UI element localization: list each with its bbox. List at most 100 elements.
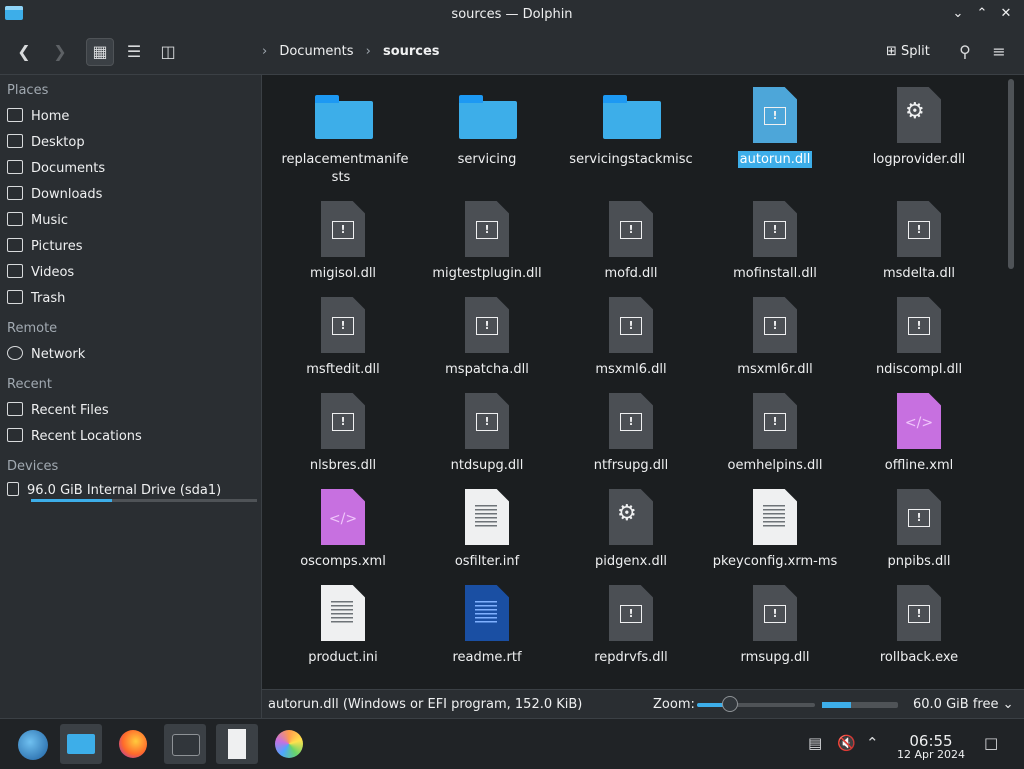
file-name-text: ndiscompl.dll	[875, 362, 963, 377]
file-item[interactable]: ! mspatcha.dll	[415, 297, 559, 379]
breadcrumb-documents[interactable]: Documents	[279, 44, 353, 59]
compact-view-icon[interactable]: ☰	[120, 38, 148, 66]
folder-item[interactable]: servicing	[415, 87, 559, 169]
folder-item[interactable]: replacementmanife sts	[271, 87, 415, 187]
pictures-icon	[7, 238, 23, 252]
file-item[interactable]: ! migisol.dll	[271, 201, 415, 283]
sidebar-item-label: Network	[31, 347, 86, 362]
text-file-icon	[314, 585, 372, 643]
folder-item[interactable]: servicingstackmisc	[559, 87, 703, 169]
music-icon	[7, 212, 23, 226]
file-item[interactable]: ! ntfrsupg.dll	[559, 393, 703, 475]
file-item[interactable]: ! msxml6.dll	[559, 297, 703, 379]
file-item[interactable]: ! repdrvfs.dll	[559, 585, 703, 667]
close-icon[interactable]: ✕	[996, 4, 1016, 24]
file-name-text: ntfrsupg.dll	[593, 458, 669, 473]
file-item[interactable]: ! ndiscompl.dll	[847, 297, 991, 379]
file-item[interactable]: ! rmsupg.dll	[703, 585, 847, 667]
tray-expand-icon[interactable]: ⌃	[866, 734, 879, 752]
volume-muted-icon[interactable]: 🔇	[837, 734, 856, 752]
file-item[interactable]: </> offline.xml	[847, 393, 991, 475]
show-desktop-icon[interactable]: □	[984, 734, 998, 752]
free-space-label[interactable]: 60.0 GiB free ⌄	[913, 697, 1014, 712]
split-button[interactable]: ⊞ Split	[886, 40, 930, 64]
xml-file-icon: </>	[890, 393, 948, 451]
file-item[interactable]: ! ntdsupg.dll	[415, 393, 559, 475]
file-item[interactable]: osfilter.inf	[415, 489, 559, 571]
vertical-scrollbar[interactable]	[1002, 75, 1024, 687]
sidebar-item-pictures[interactable]: Pictures	[7, 236, 82, 258]
breadcrumb-chevron-icon: ›	[365, 44, 371, 59]
file-item[interactable]: ! mofd.dll	[559, 201, 703, 283]
archive-task-icon[interactable]	[216, 724, 258, 764]
scrollbar-thumb[interactable]	[1008, 79, 1014, 269]
file-item[interactable]: ! rollback.exe	[847, 585, 991, 667]
sidebar-item-recent-files[interactable]: Recent Files	[7, 400, 109, 422]
breadcrumb-chevron-icon: ›	[262, 44, 268, 59]
file-item[interactable]: ! migtestplugin.dll	[415, 201, 559, 283]
sidebar-item-documents[interactable]: Documents	[7, 158, 105, 180]
breadcrumb-sources[interactable]: sources	[383, 44, 440, 59]
firefox-task-icon[interactable]	[112, 724, 154, 764]
file-item[interactable]: ! msdelta.dll	[847, 201, 991, 283]
file-name-text: oemhelpins.dll	[727, 458, 823, 473]
zoom-slider-handle[interactable]	[722, 696, 738, 712]
file-view[interactable]: replacementmanife sts servicing servicingst…	[262, 75, 1002, 687]
trash-icon	[7, 290, 23, 304]
sidebar-item-label: Trash	[31, 291, 66, 306]
sidebar-item-trash[interactable]: Trash	[7, 288, 65, 310]
maximize-icon[interactable]: ⌃	[972, 4, 992, 24]
executable-icon: !	[890, 297, 948, 355]
details-view-icon[interactable]: ◫	[154, 38, 182, 66]
sidebar-item-home[interactable]: Home	[7, 106, 69, 128]
file-name-text: readme.rtf	[452, 650, 522, 665]
clock-date[interactable]: 12 Apr 2024	[888, 748, 974, 761]
sidebar-item-music[interactable]: Music	[7, 210, 68, 232]
file-name: pkeyconfig.xrm-ms	[703, 553, 847, 571]
file-item[interactable]: ! nlsbres.dll	[271, 393, 415, 475]
file-name: pidgenx.dll	[559, 553, 703, 571]
file-name-text: pkeyconfig.xrm-ms	[712, 554, 838, 569]
file-name-text: servicingstackmisc	[569, 152, 693, 167]
search-icon[interactable]: ⚲	[951, 38, 979, 66]
file-name: ntfrsupg.dll	[559, 457, 703, 475]
file-name: oemhelpins.dll	[703, 457, 847, 475]
file-name: msdelta.dll	[847, 265, 991, 283]
file-item[interactable]: ! autorun.dll	[703, 87, 847, 169]
executable-icon: !	[746, 393, 804, 451]
dolphin-task-icon[interactable]	[60, 724, 102, 764]
drive-usage-fill	[31, 499, 113, 502]
zoom-slider[interactable]	[697, 703, 815, 707]
hamburger-menu-icon[interactable]: ≡	[985, 38, 1013, 66]
forward-icon[interactable]: ❯	[46, 38, 74, 66]
free-space-text: 60.0 GiB free	[913, 697, 999, 712]
sidebar-item-recent-locations[interactable]: Recent Locations	[7, 426, 142, 448]
file-name: migtestplugin.dll	[415, 265, 559, 283]
file-item[interactable]: </> oscomps.xml	[271, 489, 415, 571]
file-item[interactable]: readme.rtf	[415, 585, 559, 667]
file-item[interactable]: ! mofinstall.dll	[703, 201, 847, 283]
file-item[interactable]: ! pnpibs.dll	[847, 489, 991, 571]
executable-icon: !	[602, 585, 660, 643]
settings-task-icon[interactable]	[164, 724, 206, 764]
disc-burner-task-icon[interactable]	[268, 724, 310, 764]
icons-view-icon[interactable]: ▦	[86, 38, 114, 66]
executable-icon: !	[458, 297, 516, 355]
file-item[interactable]: pkeyconfig.xrm-ms	[703, 489, 847, 571]
file-item[interactable]: ! msxml6r.dll	[703, 297, 847, 379]
sidebar-item-desktop[interactable]: Desktop	[7, 132, 85, 154]
file-item[interactable]: product.ini	[271, 585, 415, 667]
sidebar-item-videos[interactable]: Videos	[7, 262, 74, 284]
back-icon[interactable]: ❮	[10, 38, 38, 66]
minimize-icon[interactable]: ⌄	[948, 4, 968, 24]
start-menu-icon[interactable]	[12, 724, 54, 764]
file-name-text: repdrvfs.dll	[594, 650, 668, 665]
file-item[interactable]: ! oemhelpins.dll	[703, 393, 847, 475]
sidebar-item-downloads[interactable]: Downloads	[7, 184, 102, 206]
clipboard-icon[interactable]: ▤	[808, 734, 822, 752]
file-item[interactable]: ! msftedit.dll	[271, 297, 415, 379]
home-icon	[7, 108, 23, 122]
file-item[interactable]: ⚙ logprovider.dll	[847, 87, 991, 169]
sidebar-item-network[interactable]: Network	[7, 344, 85, 366]
file-item[interactable]: ⚙ pidgenx.dll	[559, 489, 703, 571]
